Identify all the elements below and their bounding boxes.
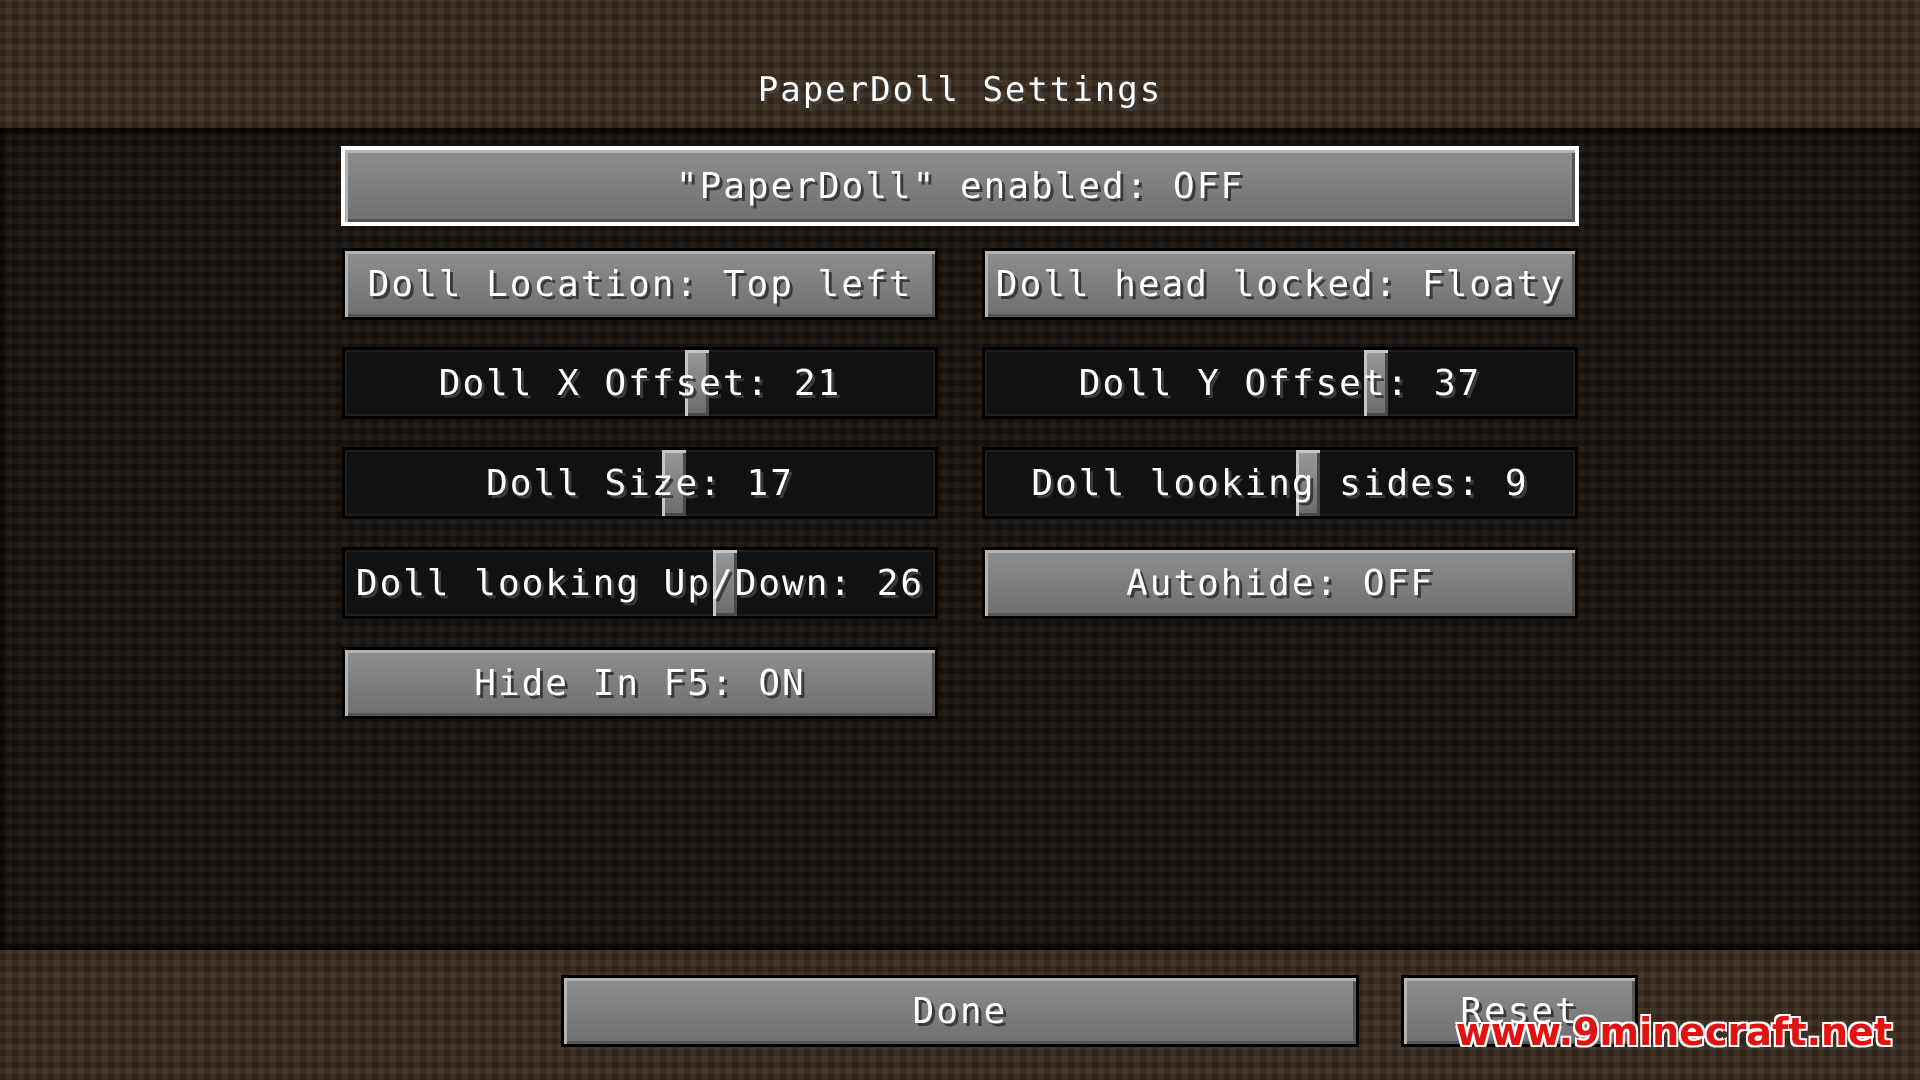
slider-label: Doll looking Up/Down: 26 [355, 562, 925, 604]
slider-label: Doll Size: 17 [486, 462, 794, 504]
doll-head-locked-button[interactable]: Doll head locked: Floaty [982, 248, 1578, 320]
page-title: PaperDoll Settings [757, 70, 1163, 110]
doll-location-button[interactable]: Doll Location: Top left [342, 248, 938, 320]
watermark-text: www.9minecraft.net [1455, 1010, 1892, 1054]
doll-looking-sides-slider[interactable]: Doll looking sides: 9 [982, 447, 1578, 519]
settings-screen: PaperDoll Settings "PaperDoll" enabled: … [0, 0, 1920, 1080]
options-list-background [0, 128, 1920, 950]
doll-x-offset-slider[interactable]: Doll X Offset: 21 [342, 347, 938, 419]
autohide-button[interactable]: Autohide: OFF [982, 547, 1578, 619]
paperdoll-enabled-button[interactable]: "PaperDoll" enabled: OFF [341, 146, 1579, 226]
hide-in-f5-button[interactable]: Hide In F5: ON [342, 647, 938, 719]
done-button[interactable]: Done [561, 975, 1359, 1047]
slider-label: Doll Y Offset: 37 [1078, 362, 1482, 404]
slider-label: Doll X Offset: 21 [438, 362, 842, 404]
doll-looking-updown-slider[interactable]: Doll looking Up/Down: 26 [342, 547, 938, 619]
doll-size-slider[interactable]: Doll Size: 17 [342, 447, 938, 519]
doll-y-offset-slider[interactable]: Doll Y Offset: 37 [982, 347, 1578, 419]
slider-label: Doll looking sides: 9 [1031, 462, 1529, 504]
